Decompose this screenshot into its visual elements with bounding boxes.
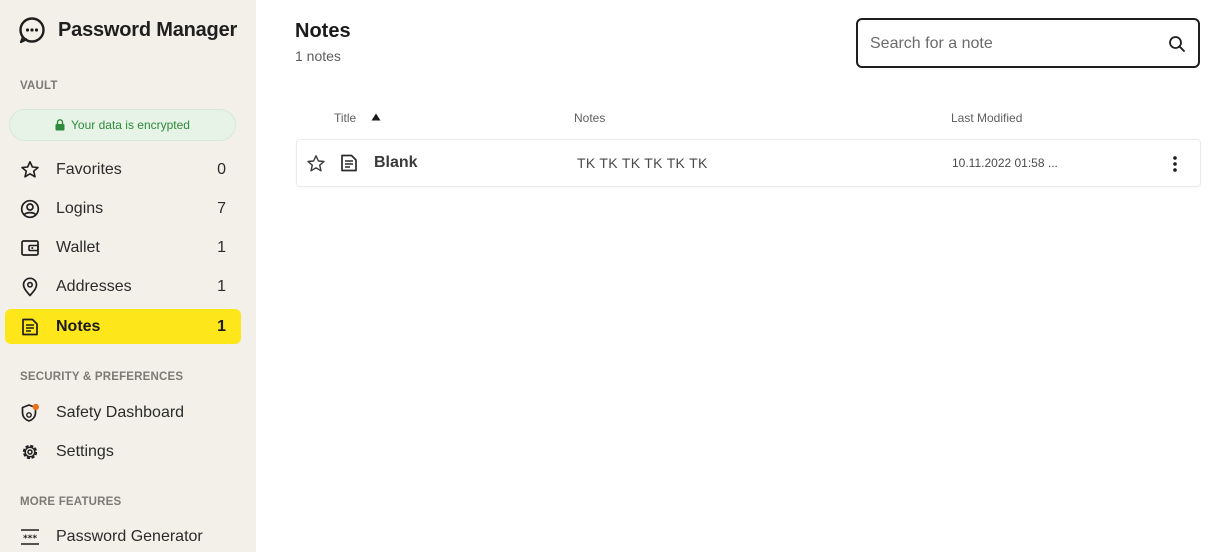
sort-ascending-icon[interactable] [371, 113, 381, 121]
column-header-title[interactable]: Title [334, 111, 356, 125]
sidebar-item-settings[interactable]: Settings [5, 434, 241, 469]
column-header-notes[interactable]: Notes [574, 111, 605, 125]
search-box[interactable] [856, 18, 1200, 68]
sidebar-item-label: Notes [56, 317, 101, 335]
sidebar-item-addresses[interactable]: Addresses 1 [5, 269, 241, 304]
app-name: Password Manager [58, 18, 238, 41]
notes-count: 1 notes [295, 48, 341, 64]
sidebar-item-password-generator[interactable]: *** Password Generator [5, 519, 241, 552]
encryption-status-text: Your data is encrypted [71, 118, 190, 132]
page-title: Notes [295, 20, 351, 42]
shield-alert-icon [21, 403, 39, 422]
note-title: Blank [374, 154, 418, 171]
sidebar-item-label: Password Generator [56, 527, 203, 545]
sidebar-item-favorites[interactable]: Favorites 0 [5, 152, 241, 187]
encryption-status-badge: Your data is encrypted [9, 109, 236, 141]
note-preview: TK TK TK TK TK TK [577, 155, 708, 171]
password-manager-logo-icon [19, 17, 45, 44]
sidebar-item-count: 0 [217, 160, 226, 178]
star-icon [21, 161, 39, 178]
svg-text:***: *** [23, 534, 37, 544]
vault-section-title: VAULT [20, 80, 58, 92]
location-pin-icon [22, 277, 38, 297]
lock-icon [55, 119, 65, 131]
search-icon[interactable] [1168, 35, 1186, 53]
more-options-icon[interactable] [1170, 153, 1180, 175]
user-circle-icon [20, 199, 40, 219]
column-header-last-modified[interactable]: Last Modified [951, 111, 1022, 125]
password-generator-icon: *** [21, 529, 39, 545]
sidebar-item-logins[interactable]: Logins 7 [5, 191, 241, 226]
sidebar-item-notes[interactable]: Notes 1 [5, 309, 241, 344]
table-row[interactable]: Blank TK TK TK TK TK TK 10.11.2022 01:58… [296, 139, 1201, 187]
note-icon [22, 318, 38, 336]
sidebar-item-label: Logins [56, 199, 104, 217]
sidebar-item-label: Wallet [56, 238, 100, 256]
security-section-title: SECURITY & PREFERENCES [20, 371, 184, 383]
wallet-icon [21, 240, 39, 256]
sidebar-item-label: Safety Dashboard [56, 403, 185, 421]
sidebar-item-safety-dashboard[interactable]: Safety Dashboard [5, 395, 241, 430]
sidebar-item-label: Favorites [56, 160, 122, 178]
note-icon [341, 154, 357, 172]
search-input[interactable] [870, 32, 1150, 56]
favorite-star-icon[interactable] [306, 154, 326, 174]
sidebar-item-label: Settings [56, 442, 114, 460]
gear-icon [22, 444, 38, 460]
sidebar-item-count: 7 [217, 199, 226, 217]
brand[interactable]: Password Manager [18, 16, 237, 44]
sidebar-item-count: 1 [217, 317, 226, 335]
sidebar-item-wallet[interactable]: Wallet 1 [5, 230, 241, 265]
sidebar: Password Manager VAULT Your data is encr… [0, 0, 256, 552]
note-last-modified: 10.11.2022 01:58 ... [952, 156, 1058, 170]
sidebar-item-count: 1 [217, 238, 226, 256]
sidebar-item-count: 1 [217, 277, 226, 295]
sidebar-item-label: Addresses [56, 277, 132, 295]
more-features-section-title: MORE FEATURES [20, 496, 122, 508]
